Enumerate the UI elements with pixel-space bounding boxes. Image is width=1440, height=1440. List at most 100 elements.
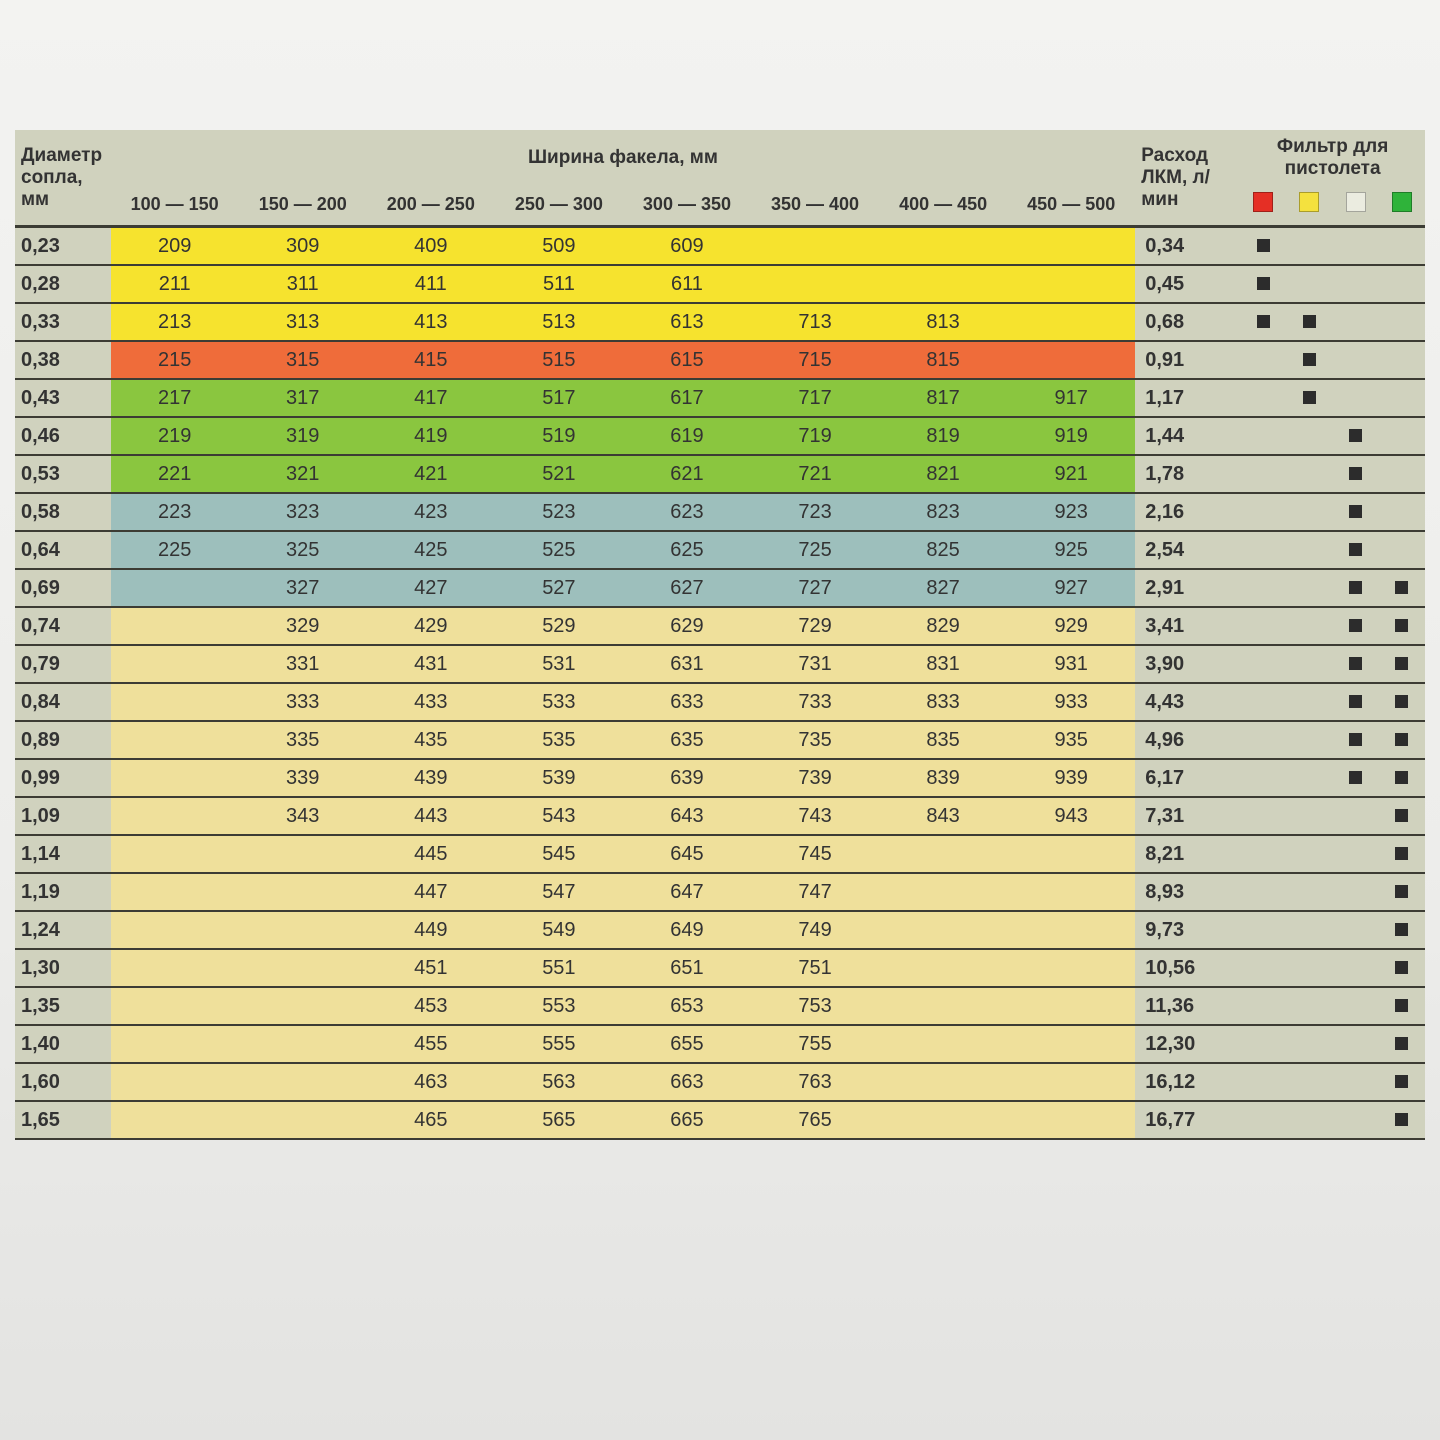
cell-value: 313 — [239, 303, 367, 341]
cell-filter-green — [1379, 835, 1425, 873]
cell-value — [111, 873, 239, 911]
cell-value — [751, 265, 879, 303]
cell-value: 665 — [623, 1101, 751, 1139]
cell-filter-green — [1379, 303, 1425, 341]
cell-value — [111, 645, 239, 683]
cell-filter-white — [1333, 341, 1379, 379]
cell-value — [879, 227, 1007, 266]
cell-filter-green — [1379, 341, 1425, 379]
cell-value: 717 — [751, 379, 879, 417]
cell-value — [239, 873, 367, 911]
cell-value: 323 — [239, 493, 367, 531]
cell-filter-yellow — [1286, 835, 1332, 873]
cell-value: 417 — [367, 379, 495, 417]
cell-filter-yellow — [1286, 1101, 1332, 1139]
header-fan-width: Ширина факела, мм — [111, 130, 1136, 186]
cell-diameter: 1,24 — [15, 911, 111, 949]
cell-value: 535 — [495, 721, 623, 759]
cell-diameter: 1,09 — [15, 797, 111, 835]
table-row: 0,332133134135136137138130,68 — [15, 303, 1425, 341]
cell-value: 819 — [879, 417, 1007, 455]
cell-value: 309 — [239, 227, 367, 266]
cell-filter-white — [1333, 797, 1379, 835]
cell-filter-yellow — [1286, 683, 1332, 721]
table-row: 1,144455456457458,21 — [15, 835, 1425, 873]
cell-value — [879, 1025, 1007, 1063]
header-range-6: 400 — 450 — [879, 186, 1007, 227]
cell-filter-green — [1379, 987, 1425, 1025]
cell-filter-white — [1333, 911, 1379, 949]
cell-value: 655 — [623, 1025, 751, 1063]
cell-flow: 2,91 — [1135, 569, 1240, 607]
cell-value: 649 — [623, 911, 751, 949]
cell-value: 563 — [495, 1063, 623, 1101]
cell-filter-yellow — [1286, 379, 1332, 417]
cell-flow: 12,30 — [1135, 1025, 1240, 1063]
cell-filter-green — [1379, 797, 1425, 835]
cell-filter-yellow — [1286, 303, 1332, 341]
cell-filter-white — [1333, 607, 1379, 645]
cell-value: 625 — [623, 531, 751, 569]
cell-filter-white — [1333, 873, 1379, 911]
cell-filter-yellow — [1286, 341, 1332, 379]
cell-flow: 10,56 — [1135, 949, 1240, 987]
cell-filter-yellow — [1286, 569, 1332, 607]
cell-filter-white — [1333, 493, 1379, 531]
cell-filter-white — [1333, 303, 1379, 341]
table-row: 0,743294295296297298299293,41 — [15, 607, 1425, 645]
cell-diameter: 0,23 — [15, 227, 111, 266]
cell-value: 545 — [495, 835, 623, 873]
cell-flow: 0,68 — [1135, 303, 1240, 341]
cell-value — [1007, 835, 1135, 873]
cell-value: 319 — [239, 417, 367, 455]
cell-filter-yellow — [1286, 493, 1332, 531]
cell-filter-red — [1240, 987, 1286, 1025]
table-row: 0,582233234235236237238239232,16 — [15, 493, 1425, 531]
cell-filter-white — [1333, 227, 1379, 266]
cell-filter-red — [1240, 455, 1286, 493]
cell-value: 463 — [367, 1063, 495, 1101]
cell-value: 609 — [623, 227, 751, 266]
cell-value: 531 — [495, 645, 623, 683]
cell-value: 517 — [495, 379, 623, 417]
cell-value: 419 — [367, 417, 495, 455]
cell-value: 435 — [367, 721, 495, 759]
cell-value: 755 — [751, 1025, 879, 1063]
cell-value: 631 — [623, 645, 751, 683]
cell-value: 433 — [367, 683, 495, 721]
cell-filter-red — [1240, 645, 1286, 683]
cell-diameter: 0,43 — [15, 379, 111, 417]
cell-value: 215 — [111, 341, 239, 379]
cell-value: 663 — [623, 1063, 751, 1101]
cell-filter-yellow — [1286, 987, 1332, 1025]
cell-flow: 0,45 — [1135, 265, 1240, 303]
cell-filter-green — [1379, 645, 1425, 683]
cell-value: 715 — [751, 341, 879, 379]
cell-filter-yellow — [1286, 873, 1332, 911]
cell-filter-green — [1379, 683, 1425, 721]
table-row: 0,432173174175176177178179171,17 — [15, 379, 1425, 417]
cell-value — [111, 797, 239, 835]
cell-value — [1007, 265, 1135, 303]
cell-filter-white — [1333, 645, 1379, 683]
cell-diameter: 0,53 — [15, 455, 111, 493]
cell-value: 835 — [879, 721, 1007, 759]
cell-filter-yellow — [1286, 417, 1332, 455]
cell-value: 327 — [239, 569, 367, 607]
cell-value: 627 — [623, 569, 751, 607]
cell-diameter: 1,14 — [15, 835, 111, 873]
cell-value: 315 — [239, 341, 367, 379]
cell-flow: 3,41 — [1135, 607, 1240, 645]
cell-filter-yellow — [1286, 607, 1332, 645]
cell-value: 719 — [751, 417, 879, 455]
cell-value: 713 — [751, 303, 879, 341]
cell-value: 325 — [239, 531, 367, 569]
cell-value: 451 — [367, 949, 495, 987]
cell-value: 615 — [623, 341, 751, 379]
cell-value — [111, 911, 239, 949]
cell-value: 523 — [495, 493, 623, 531]
cell-value — [879, 265, 1007, 303]
cell-filter-red — [1240, 835, 1286, 873]
cell-value: 343 — [239, 797, 367, 835]
table-row: 0,893354355356357358359354,96 — [15, 721, 1425, 759]
